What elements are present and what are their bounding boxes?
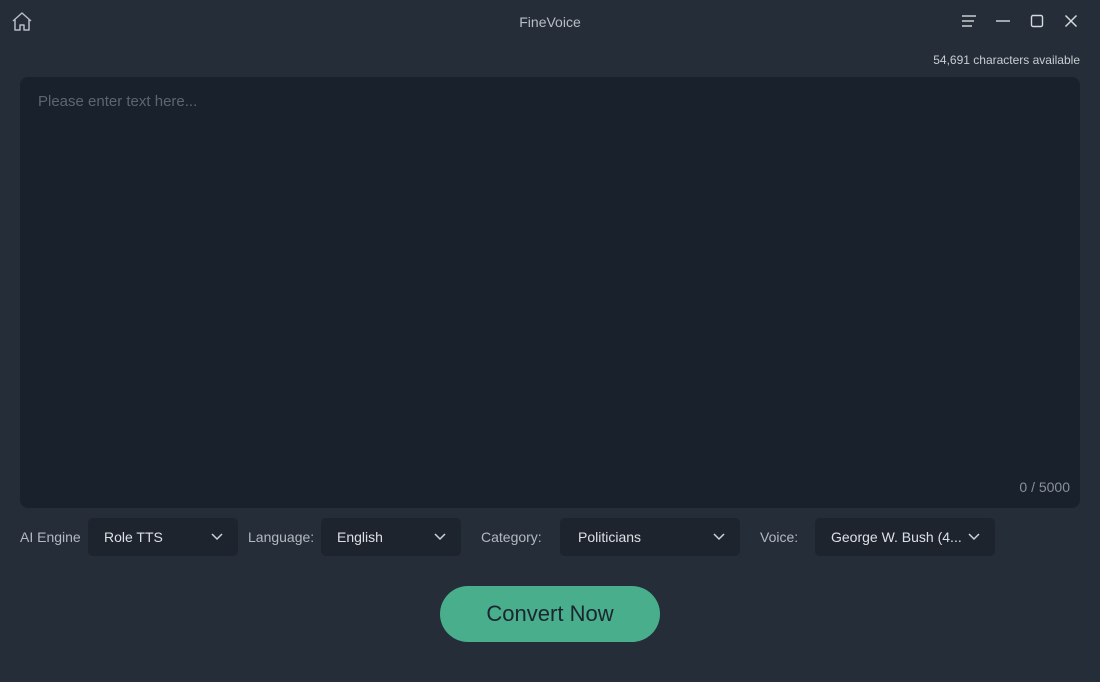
character-counter: 0 / 5000	[1019, 479, 1070, 495]
voice-label: Voice:	[760, 529, 799, 545]
text-editor-panel: 0 / 5000	[20, 77, 1080, 508]
window-controls	[952, 10, 1088, 32]
text-input[interactable]	[20, 77, 1080, 508]
options-row: AI Engine Role TTS Language: English Cat…	[0, 518, 1100, 556]
hamburger-menu-icon	[961, 14, 977, 28]
ai-engine-select[interactable]: Role TTS	[88, 518, 238, 556]
minimize-icon	[995, 14, 1011, 28]
chevron-down-icon	[210, 531, 224, 543]
voice-select[interactable]: George W. Bush (4...	[815, 518, 995, 556]
close-button[interactable]	[1054, 10, 1088, 32]
characters-available: 54,691 characters available	[933, 53, 1080, 67]
voice-value: George W. Bush (4...	[831, 529, 962, 545]
maximize-icon	[1030, 14, 1044, 28]
close-icon	[1064, 14, 1078, 28]
ai-engine-value: Role TTS	[104, 529, 163, 545]
finevoice-app: FineVoice 54,691 characters available Pl…	[0, 0, 1100, 682]
chevron-down-icon	[712, 531, 726, 543]
maximize-button[interactable]	[1020, 10, 1054, 32]
category-value: Politicians	[578, 529, 642, 545]
title-bar: FineVoice	[0, 0, 1100, 44]
category-label: Category:	[481, 529, 542, 545]
language-label: Language:	[248, 529, 315, 545]
category-select[interactable]: Politicians	[560, 518, 740, 556]
menu-button[interactable]	[952, 10, 986, 32]
language-value: English	[337, 529, 383, 545]
chevron-down-icon	[433, 531, 447, 543]
chevron-down-icon	[967, 531, 981, 543]
convert-now-button[interactable]: Convert Now	[440, 586, 660, 642]
minimize-button[interactable]	[986, 10, 1020, 32]
ai-engine-label: AI Engine	[20, 529, 81, 545]
language-select[interactable]: English	[321, 518, 461, 556]
app-title: FineVoice	[519, 14, 581, 30]
